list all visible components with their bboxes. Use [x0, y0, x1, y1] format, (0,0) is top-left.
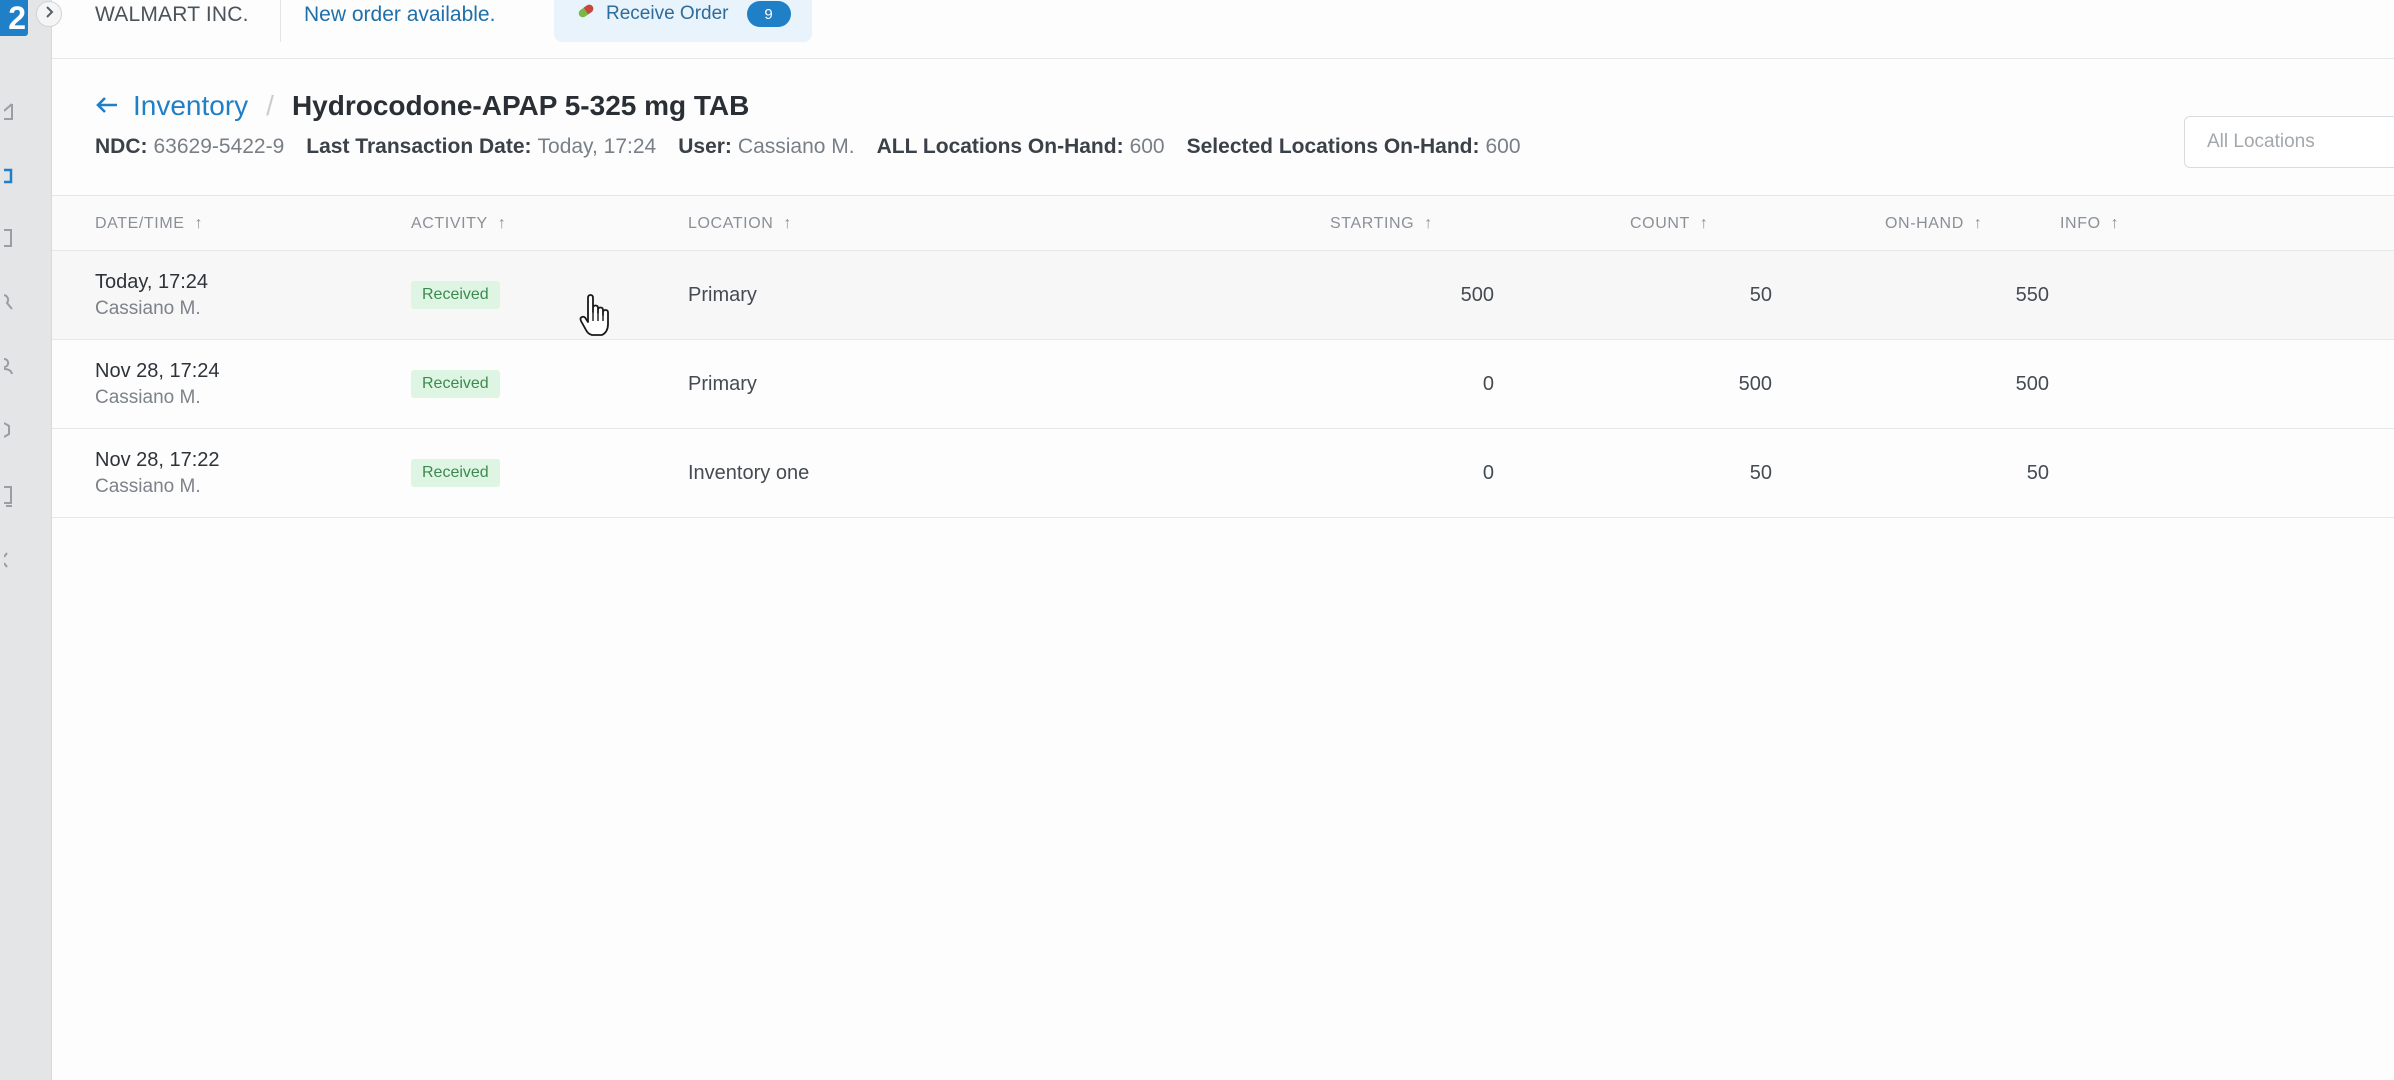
sort-arrow-icon: ↑: [194, 215, 204, 232]
column-header-datetime[interactable]: DATE/TIME ↑: [95, 196, 203, 252]
cell-starting: 0: [1482, 461, 1494, 484]
column-label: ON-HAND: [1885, 215, 1964, 232]
cell-starting: 0: [1482, 372, 1494, 395]
cell-onhand: 500: [2015, 372, 2049, 395]
device-icon[interactable]: [0, 484, 14, 508]
inventory-transactions-table: DATE/TIME ↑ ACTIVITY ↑ LOCATION ↑ STARTI…: [52, 195, 2394, 518]
sort-arrow-icon: ↑: [1699, 215, 1709, 232]
cell-datetime: Nov 28, 17:24 Cassiano M.: [95, 340, 220, 428]
top-divider: [280, 0, 281, 42]
app-logo[interactable]: 2: [0, 0, 28, 36]
row-date: Nov 28, 17:22: [95, 448, 220, 471]
column-label: ACTIVITY: [411, 215, 488, 232]
sort-arrow-icon: ↑: [1424, 215, 1433, 232]
item-meta: NDC: 63629-5422-9 Last Transaction Date:…: [95, 132, 1543, 162]
user-value: Cassiano M.: [737, 135, 855, 158]
cell-count: 50: [1749, 283, 1772, 306]
cell-starting: 500: [1460, 283, 1494, 306]
column-header-info[interactable]: INFO ↑: [2060, 196, 2119, 252]
row-user: Cassiano M.: [95, 475, 201, 497]
row-date: Nov 28, 17:24: [95, 359, 220, 382]
selected-locations-value: 600: [1485, 135, 1521, 158]
all-locations-value: 600: [1129, 135, 1165, 158]
pill-icon: [576, 3, 596, 25]
home-icon[interactable]: [0, 100, 14, 124]
column-label: STARTING: [1330, 215, 1415, 232]
cell-datetime: Today, 17:24 Cassiano M.: [95, 251, 208, 339]
ndc-value: 63629-5422-9: [153, 135, 285, 158]
row-user: Cassiano M.: [95, 386, 201, 408]
page-title: Hydrocodone-APAP 5-325 mg TAB: [291, 90, 750, 121]
column-label: LOCATION: [688, 215, 774, 232]
column-label: INFO: [2060, 215, 2101, 232]
column-header-count[interactable]: COUNT ↑: [1630, 196, 1709, 252]
cell-count: 50: [1749, 461, 1772, 484]
cell-activity: Received: [411, 251, 500, 339]
location-select[interactable]: All Locations: [2184, 116, 2394, 168]
column-label: COUNT: [1630, 215, 1690, 232]
document-icon[interactable]: [0, 226, 14, 250]
back-link-label: Inventory: [133, 90, 249, 121]
table-row[interactable]: Nov 28, 17:22 Cassiano M. Received Inven…: [52, 429, 2394, 518]
last-transaction-label: Last Transaction Date:: [306, 135, 532, 158]
column-header-starting[interactable]: STARTING ↑: [1330, 196, 1433, 252]
chevron-right-icon: [44, 5, 54, 24]
cell-onhand: 550: [2015, 283, 2049, 306]
ndc-label: NDC:: [95, 135, 148, 158]
sort-arrow-icon: ↑: [497, 215, 507, 232]
cell-location: Primary: [688, 283, 757, 306]
top-bar: WALMART INC. New order available. Receiv…: [52, 0, 2394, 59]
breadcrumb-separator: /: [266, 90, 274, 121]
arrow-left-icon: [95, 90, 119, 122]
back-to-inventory-link[interactable]: Inventory: [95, 90, 248, 122]
cell-activity: Received: [411, 340, 500, 428]
cell-onhand: 50: [2026, 461, 2049, 484]
receive-order-count-badge: 9: [746, 1, 791, 27]
sort-arrow-icon: ↑: [783, 215, 793, 232]
selected-locations-label: Selected Locations On-Hand:: [1186, 135, 1480, 158]
cell-location: Primary: [688, 372, 757, 395]
row-date: Today, 17:24: [95, 270, 209, 293]
page-header: Inventory / Hydrocodone-APAP 5-325 mg TA…: [52, 60, 2394, 195]
user-label: User:: [678, 135, 732, 158]
sort-arrow-icon: ↑: [1973, 215, 1983, 232]
row-user: Cassiano M.: [95, 297, 201, 319]
search-icon[interactable]: [0, 290, 14, 314]
hand-cursor-icon: [578, 294, 612, 343]
sidebar-expand-button[interactable]: [36, 1, 62, 27]
column-header-onhand[interactable]: ON-HAND ↑: [1885, 196, 1982, 252]
sync-icon[interactable]: [0, 548, 14, 572]
column-header-location[interactable]: LOCATION ↑: [688, 196, 792, 252]
receive-order-label: Receive Order: [606, 3, 729, 24]
user-icon[interactable]: [0, 354, 14, 378]
activity-badge: Received: [411, 459, 500, 487]
cell-count: 500: [1738, 372, 1772, 395]
activity-badge: Received: [411, 281, 500, 309]
breadcrumb: Inventory / Hydrocodone-APAP 5-325 mg TA…: [95, 86, 749, 126]
company-name: WALMART INC.: [95, 3, 249, 26]
cell-datetime: Nov 28, 17:22 Cassiano M.: [95, 429, 220, 517]
receive-order-button[interactable]: Receive Order 9: [554, 0, 812, 42]
sort-arrow-icon: ↑: [2110, 215, 2120, 232]
column-label: DATE/TIME: [95, 215, 185, 232]
table-header: DATE/TIME ↑ ACTIVITY ↑ LOCATION ↑ STARTI…: [52, 195, 2394, 251]
last-transaction-value: Today, 17:24: [537, 135, 657, 158]
table-row[interactable]: Nov 28, 17:24 Cassiano M. Received Prima…: [52, 340, 2394, 429]
activity-badge: Received: [411, 370, 500, 398]
table-row[interactable]: Today, 17:24 Cassiano M. Received Primar…: [52, 251, 2394, 340]
cell-location: Inventory one: [688, 461, 810, 484]
cell-activity: Received: [411, 429, 500, 517]
settings-icon[interactable]: [0, 418, 14, 442]
left-sidebar: 2: [0, 0, 52, 1080]
column-header-activity[interactable]: ACTIVITY ↑: [411, 196, 506, 252]
all-locations-label: ALL Locations On-Hand:: [876, 135, 1124, 158]
inventory-icon[interactable]: [0, 164, 14, 188]
new-order-link[interactable]: New order available.: [304, 0, 495, 30]
